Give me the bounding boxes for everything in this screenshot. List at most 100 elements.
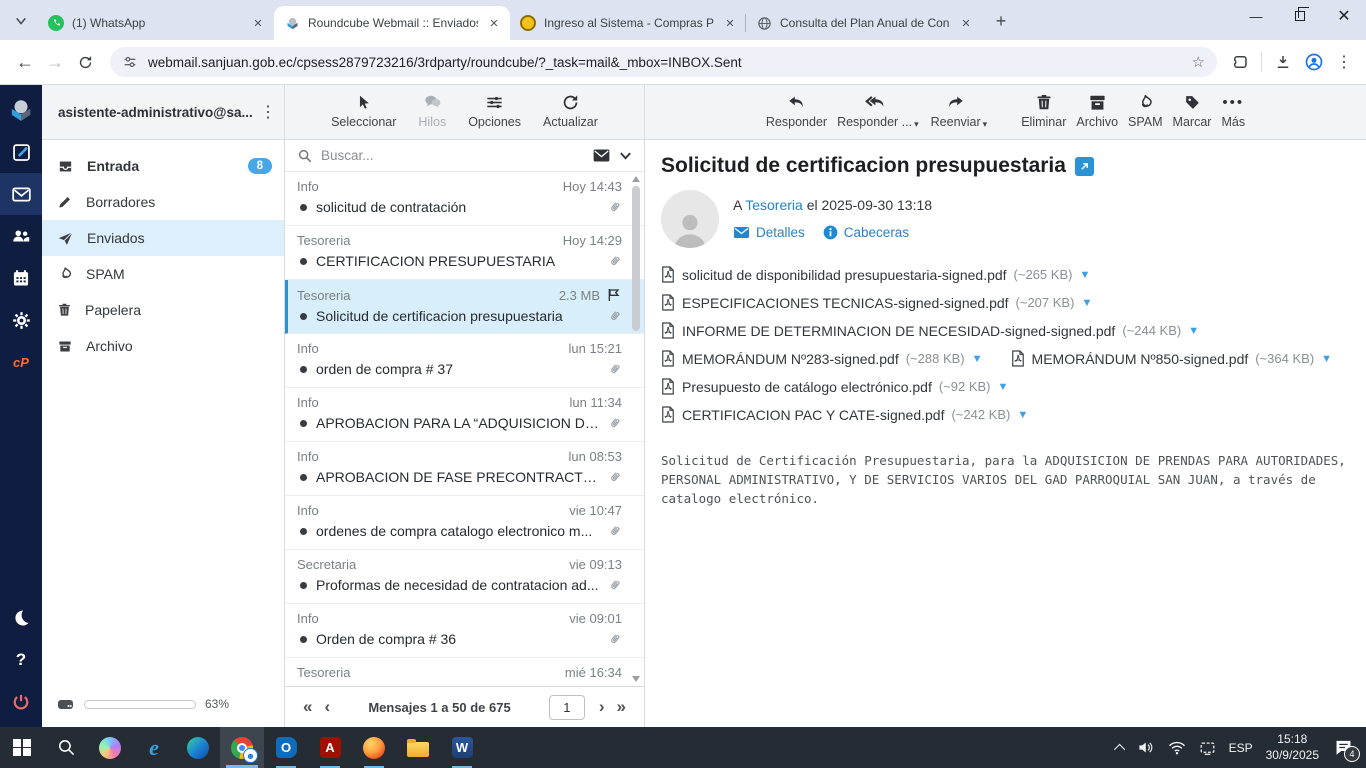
message-row[interactable]: Info lun 15:21 orden de compra # 37	[285, 334, 644, 388]
tab-close-icon[interactable]: ✕	[250, 15, 266, 31]
outlook-button[interactable]: O	[264, 727, 308, 768]
attachment-menu-caret[interactable]: ▼	[972, 353, 983, 365]
page-number-input[interactable]	[548, 694, 585, 720]
message-row[interactable]: Secretaria vie 09:13 Proformas de necesid…	[285, 550, 644, 604]
forward-button[interactable]: Reenviar	[931, 93, 981, 129]
spam-button[interactable]: SPAM	[1128, 93, 1163, 139]
side-panel-icon[interactable]	[1231, 53, 1249, 71]
word-button[interactable]: W	[440, 727, 484, 768]
message-row[interactable]: Info lun 08:53 APROBACION DE FASE PRECONT…	[285, 442, 644, 496]
folder-borradores[interactable]: Borradores	[42, 184, 284, 220]
minimize-button[interactable]: —	[1234, 0, 1278, 32]
prev-page-button[interactable]: ‹	[318, 697, 336, 717]
attachment[interactable]: MEMORÁNDUM Nº850-signed.pdf (~364 KB) ▼	[1011, 350, 1332, 367]
search-options-chevron-icon[interactable]	[619, 149, 632, 162]
message-row[interactable]: Info vie 09:01 Orden de compra # 36	[285, 604, 644, 658]
attachment-menu-caret[interactable]: ▼	[998, 381, 1009, 393]
tab-roundcube-active[interactable]: Roundcube Webmail :: Enviados ✕	[274, 6, 510, 40]
message-row-selected[interactable]: Tesoreria 2.3 MB Solicitud de certificaci…	[285, 280, 644, 334]
attachment-menu-caret[interactable]: ▼	[1081, 297, 1092, 309]
tab-close-icon[interactable]: ✕	[722, 15, 738, 31]
reply-all-button[interactable]: Responder ...	[837, 93, 912, 129]
folder-enviados[interactable]: Enviados	[42, 220, 284, 256]
attachment-menu-caret[interactable]: ▼	[1321, 353, 1332, 365]
search-input[interactable]	[321, 148, 584, 163]
compose-button[interactable]	[0, 131, 42, 173]
profile-avatar-icon[interactable]	[1304, 52, 1324, 72]
message-row[interactable]: Info Hoy 14:43 solicitud de contratación	[285, 172, 644, 226]
firefox-button[interactable]	[352, 727, 396, 768]
help-button[interactable]: ?	[0, 639, 42, 681]
forward-button[interactable]: →	[40, 47, 70, 77]
first-page-button[interactable]: «	[297, 697, 318, 717]
tab-whatsapp[interactable]: (1) WhatsApp ✕	[38, 6, 274, 40]
attachment[interactable]: Presupuesto de catálogo electrónico.pdf …	[661, 378, 1008, 395]
new-tab-button[interactable]: +	[988, 8, 1014, 34]
taskbar-clock[interactable]: 15:18 30/9/2025	[1266, 732, 1319, 763]
wifi-button[interactable]	[1168, 741, 1186, 755]
chrome-button[interactable]: ☻	[220, 727, 264, 768]
tab-close-icon[interactable]: ✕	[486, 15, 502, 31]
attachment-menu-caret[interactable]: ▼	[1017, 409, 1028, 421]
notification-center-button[interactable]: 4	[1332, 738, 1360, 762]
start-button[interactable]	[0, 727, 44, 768]
tab-sercop[interactable]: Ingreso al Sistema - Compras P ✕	[509, 6, 746, 40]
cast-button[interactable]	[1199, 741, 1216, 755]
browser-menu-icon[interactable]: ⋮	[1336, 52, 1352, 72]
message-row[interactable]: Info vie 10:47 ordenes de compra catalogo…	[285, 496, 644, 550]
message-row[interactable]: Info lun 11:34 APROBACION PARA LA “ADQUIS…	[285, 388, 644, 442]
headers-toggle[interactable]: Cabeceras	[823, 225, 909, 240]
file-explorer-button[interactable]	[396, 727, 440, 768]
attachment[interactable]: CERTIFICACION PAC Y CATE-signed.pdf (~24…	[661, 406, 1028, 423]
taskbar-search-button[interactable]	[44, 727, 88, 768]
scroll-up-arrow[interactable]	[632, 176, 640, 182]
attachment[interactable]: solicitud de disponibilidad presupuestar…	[661, 266, 1090, 283]
scrollbar-thumb[interactable]	[632, 186, 640, 331]
options-button[interactable]: Opciones	[468, 93, 521, 139]
copilot-button[interactable]	[88, 727, 132, 768]
threads-button[interactable]: Hilos	[418, 93, 446, 139]
next-page-button[interactable]: ›	[593, 697, 611, 717]
attachment[interactable]: INFORME DE DETERMINACION DE NECESIDAD-si…	[661, 322, 1199, 339]
hidden-icons-button[interactable]	[1113, 743, 1125, 755]
details-toggle[interactable]: Detalles	[733, 225, 805, 240]
forward-caret[interactable]: ▾	[983, 119, 988, 130]
close-button[interactable]: ✕	[1322, 0, 1366, 32]
flag-icon[interactable]	[606, 287, 622, 303]
folder-archivo[interactable]: Archivo	[42, 328, 284, 364]
tab-plan-anual[interactable]: Consulta del Plan Anual de Con ✕	[745, 6, 982, 40]
reload-button[interactable]	[70, 47, 100, 77]
message-row[interactable]: Tesoreria Hoy 14:29 CERTIFICACION PRESUPU…	[285, 226, 644, 280]
folder-papelera[interactable]: Papelera	[42, 292, 284, 328]
mail-section-button[interactable]	[0, 173, 42, 215]
acrobat-button[interactable]: A	[308, 727, 352, 768]
cpanel-button[interactable]: cP	[0, 341, 42, 383]
refresh-button[interactable]: Actualizar	[543, 93, 598, 139]
archive-button[interactable]: Archivo	[1076, 93, 1118, 139]
bookmark-star-icon[interactable]: ☆	[1192, 53, 1205, 71]
language-indicator[interactable]: ESP	[1229, 741, 1253, 755]
last-page-button[interactable]: »	[611, 697, 632, 717]
calendar-button[interactable]	[0, 257, 42, 299]
settings-button[interactable]	[0, 299, 42, 341]
attachment[interactable]: ESPECIFICACIONES TECNICAS-signed-signed.…	[661, 294, 1092, 311]
tab-search-button[interactable]	[6, 7, 36, 35]
restore-button[interactable]	[1278, 0, 1322, 32]
address-bar[interactable]: webmail.sanjuan.gob.ec/cpsess2879723216/…	[110, 47, 1217, 77]
list-scrollbar[interactable]	[630, 172, 642, 686]
internet-explorer-button[interactable]: e	[132, 727, 176, 768]
dark-mode-button[interactable]	[0, 597, 42, 639]
delete-button[interactable]: Eliminar	[1021, 93, 1066, 139]
scroll-down-arrow[interactable]	[632, 676, 640, 682]
logout-button[interactable]	[0, 681, 42, 723]
folder-entrada[interactable]: Entrada 8	[42, 148, 284, 184]
folder-spam[interactable]: SPAM	[42, 256, 284, 292]
mark-button[interactable]: Marcar	[1173, 93, 1211, 139]
open-in-new-window-button[interactable]	[1074, 156, 1094, 176]
more-button[interactable]: ••• Más	[1221, 93, 1245, 139]
search-scope-mail-icon[interactable]	[592, 148, 611, 163]
select-button[interactable]: Seleccionar	[331, 93, 396, 139]
downloads-icon[interactable]	[1274, 53, 1292, 71]
attachment-menu-caret[interactable]: ▼	[1188, 325, 1199, 337]
back-button[interactable]: ←	[10, 47, 40, 77]
